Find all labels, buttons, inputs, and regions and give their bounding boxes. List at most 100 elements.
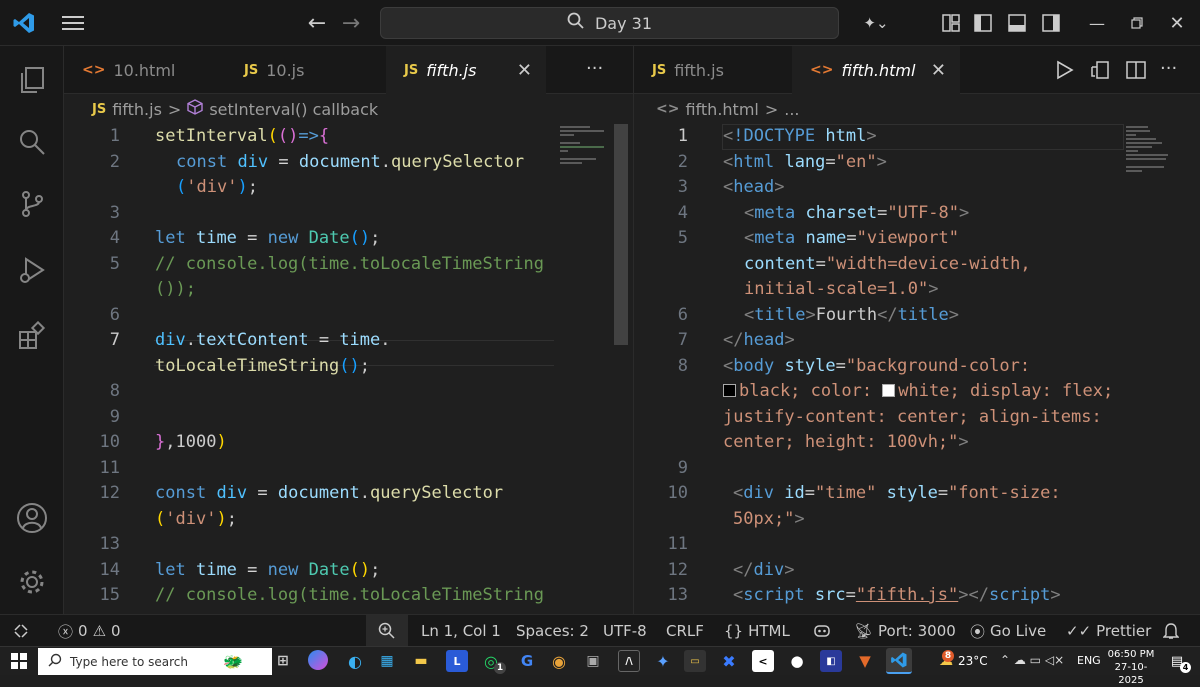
- copilot-status-icon[interactable]: [813, 615, 831, 647]
- x-app-icon[interactable]: ✖: [718, 650, 740, 672]
- zoom-icon[interactable]: [366, 615, 408, 647]
- accounts-icon[interactable]: [12, 498, 52, 538]
- breadcrumb-symbol[interactable]: setInterval() callback: [209, 100, 378, 119]
- line-number: 14: [99, 559, 120, 580]
- code-editor-right[interactable]: 1 2 3 4 5 6 7 8 9 10 11 12 13 <!DOCTYPE html> <html …: [634, 124, 1200, 614]
- extensions-icon[interactable]: [12, 316, 52, 356]
- weather-badge: 8: [942, 650, 954, 662]
- restore-icon[interactable]: [1124, 10, 1150, 36]
- cursor-position[interactable]: Ln 1, Col 1: [421, 615, 501, 647]
- code-line: 50px;">: [733, 508, 805, 529]
- search-view-icon[interactable]: [12, 122, 52, 162]
- color-swatch-white[interactable]: [882, 384, 896, 397]
- problems-indicator[interactable]: ⓧ 0 ⚠ 0: [58, 615, 121, 647]
- copilot-app-icon[interactable]: [308, 650, 328, 670]
- brave-icon[interactable]: ▼: [854, 650, 876, 672]
- split-editor-icon[interactable]: [1126, 60, 1146, 84]
- toggle-secondary-sidebar-icon[interactable]: [1038, 10, 1064, 36]
- source-control-icon[interactable]: [12, 184, 52, 224]
- breadcrumb-file[interactable]: fifth.html: [685, 100, 758, 119]
- copilot-icon[interactable]: ✦⌄: [856, 10, 896, 36]
- menu-icon[interactable]: [58, 8, 88, 38]
- more-actions-icon[interactable]: ···: [586, 58, 603, 79]
- google-icon[interactable]: G: [516, 650, 538, 672]
- github-icon[interactable]: ●: [786, 650, 808, 672]
- file-explorer-icon[interactable]: ▬: [410, 650, 432, 672]
- code-line: let time = new Date();: [155, 559, 381, 580]
- run-debug-icon[interactable]: [12, 250, 52, 290]
- forward-arrow-icon[interactable]: →: [336, 8, 366, 38]
- settings-gear-icon[interactable]: [12, 562, 52, 602]
- live-server-port[interactable]: 📡︎ Port: 3000: [854, 615, 956, 647]
- tab-10-html[interactable]: <> 10.html: [64, 46, 224, 94]
- store-icon[interactable]: ▦: [376, 650, 398, 672]
- toggle-sidebar-icon[interactable]: [970, 10, 996, 36]
- go-live-button[interactable]: ⦿ Go Live: [970, 615, 1046, 647]
- uni-app-icon[interactable]: ◧: [820, 650, 842, 672]
- tab-10-js[interactable]: JS 10.js: [226, 46, 386, 94]
- language-mode[interactable]: {} HTML: [724, 615, 790, 647]
- capcut-icon[interactable]: <: [752, 650, 774, 672]
- toggle-panel-icon[interactable]: [1004, 10, 1030, 36]
- windows-start-icon[interactable]: [8, 650, 30, 672]
- minimap-left[interactable]: [560, 124, 614, 166]
- clock-time: 06:50 PM: [1107, 649, 1155, 660]
- code-line: content="width=device-width,: [744, 253, 1031, 274]
- line-number: [648, 252, 688, 278]
- encoding[interactable]: UTF-8: [603, 615, 647, 647]
- dev-app-icon[interactable]: ▭: [684, 650, 706, 672]
- gallery-icon[interactable]: ▣: [582, 650, 604, 672]
- remote-icon[interactable]: [12, 615, 30, 647]
- vscode-logo-icon[interactable]: [10, 9, 38, 37]
- whatsapp-icon[interactable]: ◎ 1: [480, 650, 506, 674]
- explorer-icon[interactable]: [12, 60, 52, 100]
- terminal-app-icon[interactable]: /\: [618, 650, 640, 672]
- minimap-right[interactable]: [1126, 124, 1180, 174]
- run-icon[interactable]: [1056, 60, 1074, 84]
- clock[interactable]: 06:50 PM 27-10-2025: [1106, 648, 1156, 687]
- edge-browser-icon[interactable]: ◐: [344, 650, 366, 672]
- prettier-status[interactable]: ✓✓ Prettier: [1066, 615, 1151, 647]
- breadcrumb-more[interactable]: ...: [784, 100, 799, 119]
- line-ending[interactable]: CRLF: [666, 615, 704, 647]
- temperature[interactable]: 23°C: [958, 654, 988, 668]
- task-view-icon[interactable]: ⊞: [272, 650, 294, 672]
- more-actions-icon[interactable]: ···: [1160, 58, 1177, 79]
- scrollbar-left[interactable]: [614, 124, 628, 345]
- indentation[interactable]: Spaces: 2: [516, 615, 589, 647]
- close-tab-icon[interactable]: ✕: [931, 60, 946, 81]
- code-line: // console.log(time.toLocaleTimeString: [155, 253, 544, 274]
- breadcrumb-right: <> fifth.html > ...: [656, 94, 800, 124]
- notification-center-icon[interactable]: ▤ 4: [1166, 650, 1191, 673]
- system-tray-icons[interactable]: ⌃ ☁ ▭ ◁×: [1000, 653, 1064, 667]
- minimize-icon[interactable]: —: [1084, 10, 1110, 36]
- close-window-icon[interactable]: ✕: [1164, 10, 1190, 36]
- back-arrow-icon[interactable]: ←: [302, 8, 332, 38]
- vscode-taskbar-icon[interactable]: [886, 648, 912, 674]
- command-center-search[interactable]: Day 31: [380, 7, 839, 39]
- line-number: 6: [109, 304, 120, 325]
- tab-label: fifth.js: [426, 60, 477, 80]
- chrome-icon[interactable]: ◉: [548, 650, 570, 672]
- line-number: 10: [99, 432, 120, 452]
- tab-fifth-html[interactable]: <> fifth.html ✕: [792, 46, 960, 94]
- breadcrumb-file[interactable]: fifth.js: [112, 100, 162, 119]
- tab-fifth-js[interactable]: JS fifth.js ✕: [386, 46, 546, 94]
- tab-fifth-js[interactable]: JS fifth.js: [634, 46, 794, 94]
- js-file-icon: JS: [404, 62, 419, 78]
- l-app-icon[interactable]: L: [446, 650, 468, 672]
- line-number: 1: [677, 126, 688, 146]
- line-number: 12: [667, 559, 688, 580]
- color-swatch-black[interactable]: [723, 384, 736, 397]
- gemini-icon[interactable]: ✦: [652, 650, 674, 672]
- search-highlight-icon[interactable]: 🐲: [216, 650, 250, 672]
- open-preview-icon[interactable]: [1090, 60, 1110, 84]
- layout-icon[interactable]: [938, 10, 964, 36]
- weather-icon[interactable]: ☁8: [932, 650, 960, 672]
- close-tab-icon[interactable]: ✕: [517, 60, 532, 81]
- input-language[interactable]: ENG: [1077, 654, 1101, 667]
- editor-group-left: <> 10.html JS 10.js JS fifth.js ✕ ··· JS…: [64, 46, 634, 614]
- code-editor-left[interactable]: 1 2 3 4 5 6 7 8 9 10 11 12 13 14 15 setInterval(()=>{ …: [64, 124, 633, 614]
- notifications-bell-icon[interactable]: [1163, 615, 1179, 647]
- line-number: [80, 277, 120, 303]
